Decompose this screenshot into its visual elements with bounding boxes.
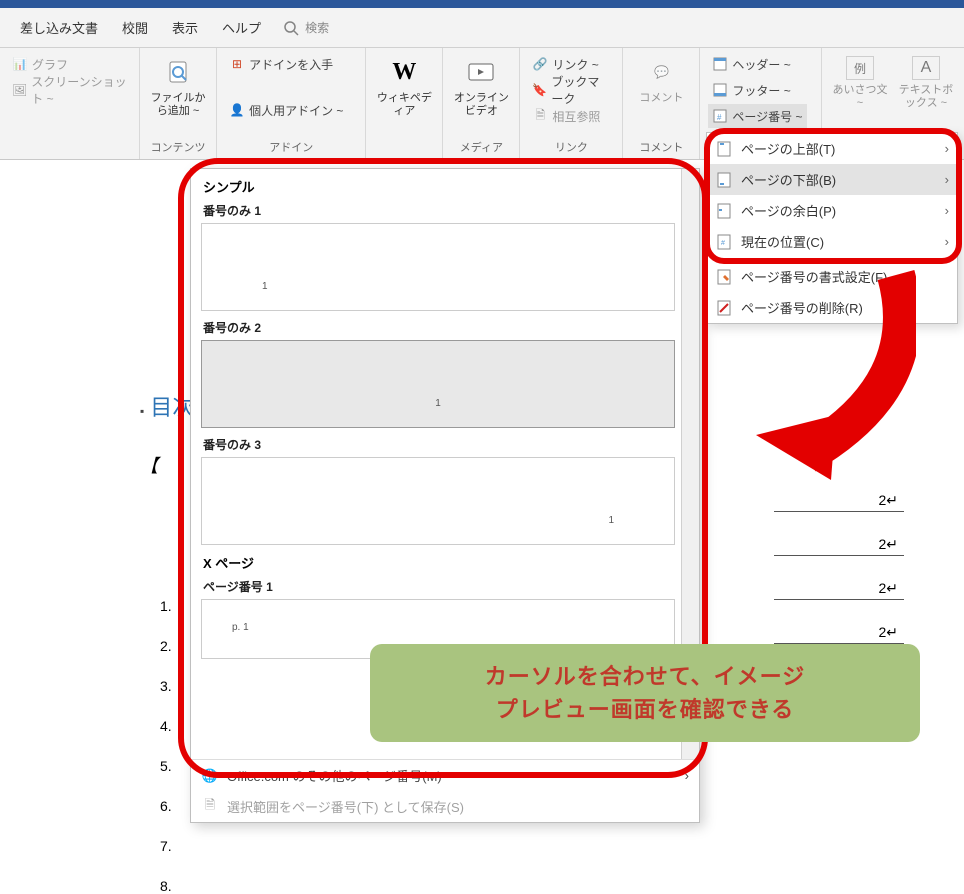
tab-view[interactable]: 表示 — [162, 8, 208, 47]
gallery-item-only3[interactable]: 1 — [201, 457, 675, 545]
annotation-callout: カーソルを合わせて、イメージプレビュー画面を確認できる — [370, 644, 920, 742]
gallery-office-more[interactable]: 🌐Office.com のその他のページ番号(M)› — [191, 760, 699, 791]
gallery-cat-xpage: X ページ — [203, 553, 675, 572]
header-icon — [712, 56, 728, 72]
ribbon-tabs: 差し込み文書 校閲 表示 ヘルプ 検索 — [0, 8, 964, 48]
crossref-icon: 🗎 — [532, 108, 548, 124]
toc-heading: 目次 — [150, 395, 194, 420]
gallery-sub-only2: 番号のみ 2 — [203, 319, 675, 336]
remove-icon — [715, 299, 733, 317]
video-icon — [465, 56, 497, 88]
menu-page-bottom[interactable]: ページの下部(B)› — [707, 164, 957, 195]
gallery-cat-simple: シンプル — [203, 177, 675, 196]
search-icon — [283, 20, 299, 36]
store-icon: ⊞ — [229, 56, 245, 72]
menu-page-margin[interactable]: ページの余白(P)› — [707, 195, 957, 226]
gallery-sub-only1: 番号のみ 1 — [203, 202, 675, 219]
page-margin-icon — [715, 202, 733, 220]
chevron-right-icon: › — [945, 203, 949, 218]
chevron-right-icon: › — [945, 141, 949, 156]
addin-label: アドイン — [225, 137, 357, 157]
header-button[interactable]: ヘッダー ~ — [708, 52, 806, 76]
pagenum-icon: # — [712, 108, 728, 124]
save-icon: 🗎 — [201, 798, 219, 816]
menu-format-pagenum[interactable]: ページ番号の書式設定(F)... — [707, 261, 957, 292]
group-label — [8, 153, 131, 157]
svg-text:#: # — [717, 113, 722, 122]
example-icon: 例 — [846, 56, 874, 80]
wikipedia-button[interactable]: W ウィキペディア — [374, 52, 434, 153]
chevron-right-icon: › — [945, 172, 949, 187]
textbox-icon: A — [912, 56, 940, 80]
media-label: メディア — [451, 137, 511, 157]
list-item: 7. — [160, 838, 740, 854]
tab-mailmerge[interactable]: 差し込み文書 — [10, 8, 108, 47]
bookmark-icon: 🔖 — [532, 82, 547, 98]
from-file-button[interactable]: ファイルから追加 ~ — [148, 52, 208, 137]
online-video-button[interactable]: オンラインビデオ — [451, 52, 511, 137]
crossref-button: 🗎相互参照 — [528, 104, 614, 128]
my-addins-button[interactable]: 👤個人用アドイン ~ — [225, 98, 347, 122]
gallery-item-only1[interactable]: 1 — [201, 223, 675, 311]
footer-icon — [712, 82, 728, 98]
chevron-right-icon: › — [685, 768, 689, 783]
currentpos-icon: # — [715, 233, 733, 251]
bullet: ▪ — [140, 404, 144, 418]
comment-label: コメント — [631, 137, 691, 157]
wikipedia-icon: W — [388, 56, 420, 88]
screenshot-button: 🖼スクリーンショット ~ — [8, 78, 131, 102]
contents-label: コンテンツ — [148, 137, 208, 157]
search-placeholder: 検索 — [305, 19, 329, 36]
get-addins-button[interactable]: ⊞アドインを入手 — [225, 52, 347, 76]
list-item: 8. — [160, 878, 740, 894]
tab-help[interactable]: ヘルプ — [212, 8, 271, 47]
page-number-submenu: ページの上部(T)› ページの下部(B)› ページの余白(P)› #現在の位置(… — [706, 132, 958, 324]
file-icon — [162, 56, 194, 88]
addin-icon: 👤 — [229, 102, 245, 118]
link-label: リンク — [528, 137, 614, 157]
page-top-icon — [715, 140, 733, 158]
page-number-button[interactable]: #ページ番号 ~ — [708, 104, 806, 128]
chevron-right-icon: › — [945, 234, 949, 249]
menu-remove-pagenum[interactable]: ページ番号の削除(R) — [707, 292, 957, 323]
titlebar — [0, 0, 964, 8]
comment-icon: 💬 — [645, 56, 677, 88]
link-icon: 🔗 — [532, 56, 548, 72]
svg-text:#: # — [721, 240, 725, 247]
comment-button: 💬 コメント — [631, 52, 691, 137]
globe-icon: 🌐 — [201, 767, 219, 785]
format-icon — [715, 268, 733, 286]
screenshot-icon: 🖼 — [12, 82, 27, 98]
media-label-1 — [374, 153, 434, 157]
gallery-save-selection: 🗎選択範囲をページ番号(下) として保存(S) — [191, 791, 699, 822]
menu-current-pos[interactable]: #現在の位置(C)› — [707, 226, 957, 257]
gallery-sub-pagenum1: ページ番号 1 — [203, 578, 675, 595]
search-box[interactable]: 検索 — [283, 19, 329, 36]
toc-row: 2↵ — [774, 578, 904, 600]
toc-row: 2↵ — [774, 622, 904, 644]
toc-row: 2↵ — [774, 534, 904, 556]
gallery-sub-only3: 番号のみ 3 — [203, 436, 675, 453]
footer-button[interactable]: フッター ~ — [708, 78, 806, 102]
page-bottom-icon — [715, 171, 733, 189]
menu-page-top[interactable]: ページの上部(T)› — [707, 133, 957, 164]
tab-review[interactable]: 校閲 — [112, 8, 158, 47]
toc-row: 2↵ — [774, 490, 904, 512]
chart-icon: 📊 — [12, 56, 28, 72]
bookmark-button[interactable]: 🔖ブックマーク — [528, 78, 614, 102]
gallery-item-only2[interactable]: 1 — [201, 340, 675, 428]
